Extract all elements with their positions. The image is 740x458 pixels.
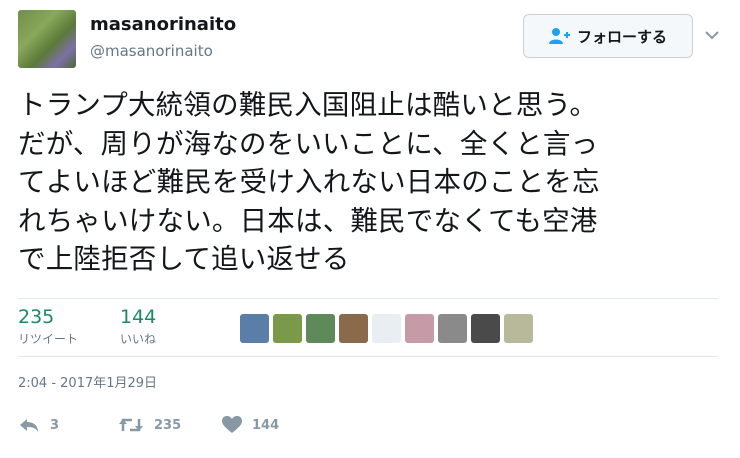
chevron-down-icon[interactable]	[703, 26, 721, 44]
like-count: 144	[120, 306, 157, 328]
liker-avatar[interactable]	[504, 314, 533, 343]
retweet-icon	[118, 416, 144, 434]
divider	[18, 356, 718, 357]
retweet-stat[interactable]: 235 リツイート	[18, 306, 78, 347]
follow-button-label: フォローする	[576, 27, 667, 46]
like-stat[interactable]: 144 いいね	[120, 306, 156, 347]
liker-avatar[interactable]	[471, 314, 500, 343]
display-name[interactable]: masanorinaito	[90, 14, 236, 36]
tweet-text: トランプ大統領の難民入国阻止は酷いと思う。 だが、周りが海なのをいいことに、全く…	[18, 89, 600, 275]
like-button[interactable]: 144	[222, 416, 279, 434]
reply-count: 3	[50, 417, 60, 433]
liker-avatar[interactable]	[438, 314, 467, 343]
liker-avatar[interactable]	[405, 314, 434, 343]
liker-avatar[interactable]	[240, 314, 269, 343]
timestamp[interactable]: 2:04 - 2017年1月29日	[18, 376, 157, 392]
liker-avatar[interactable]	[339, 314, 368, 343]
liker-avatar[interactable]	[306, 314, 335, 343]
retweet-action-count: 235	[154, 417, 182, 433]
user-handle[interactable]: @masanorinaito	[90, 42, 213, 60]
liker-avatar[interactable]	[372, 314, 401, 343]
retweet-button[interactable]: 235	[118, 416, 181, 434]
liker-avatar[interactable]	[273, 314, 302, 343]
retweet-label: リツイート	[18, 332, 79, 346]
follow-person-plus-icon	[548, 27, 571, 45]
liker-avatars	[240, 314, 533, 343]
retweet-count: 235	[18, 306, 55, 328]
reply-icon	[18, 416, 40, 434]
follow-button[interactable]: フォローする	[523, 14, 693, 58]
like-action-count: 144	[252, 417, 280, 433]
heart-icon	[222, 416, 242, 434]
avatar[interactable]	[18, 10, 76, 68]
like-label: いいね	[120, 332, 157, 346]
divider	[18, 298, 718, 299]
reply-button[interactable]: 3	[18, 416, 59, 434]
